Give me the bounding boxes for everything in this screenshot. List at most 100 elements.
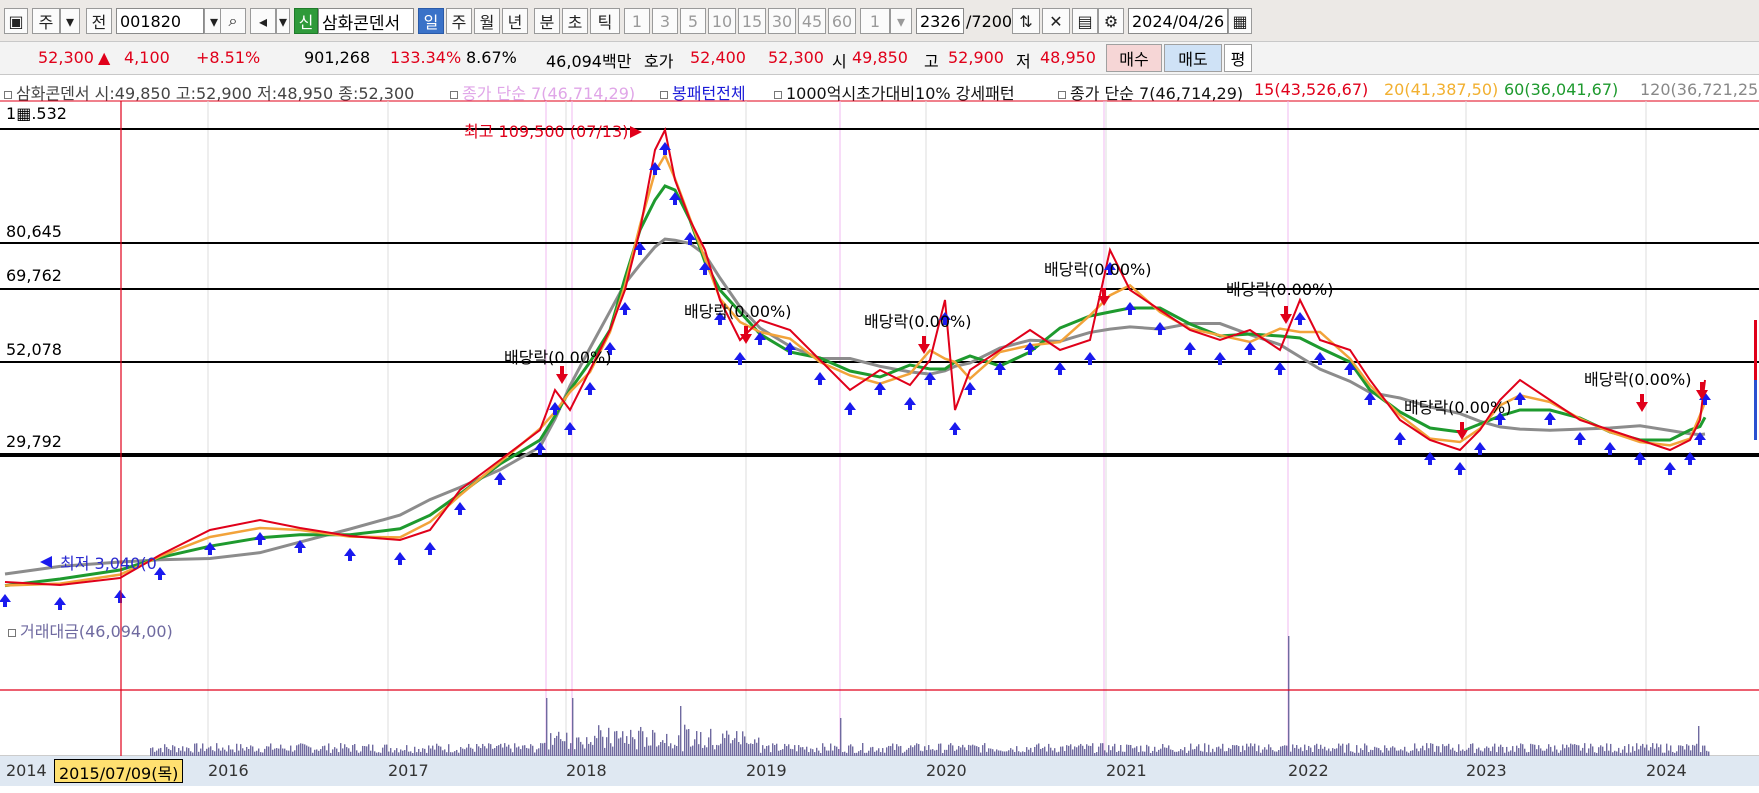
level-69762: 69,762 bbox=[6, 266, 62, 285]
volume-bar bbox=[1168, 745, 1170, 756]
volume-bar bbox=[466, 747, 468, 756]
volume-bar bbox=[1682, 746, 1684, 756]
volume-bar bbox=[270, 743, 272, 756]
volume-bar bbox=[892, 743, 894, 756]
volume-bar bbox=[784, 743, 786, 756]
volume-bar bbox=[1236, 745, 1238, 756]
volume-bar bbox=[1576, 744, 1578, 756]
volume-bar bbox=[1112, 746, 1114, 756]
volume-bar bbox=[1702, 745, 1704, 756]
volume-bar bbox=[172, 745, 174, 756]
volume-bar bbox=[850, 744, 852, 756]
volume-bar bbox=[396, 748, 398, 756]
volume-bar bbox=[932, 749, 934, 756]
volume-bar bbox=[298, 744, 300, 756]
volume-bar bbox=[1322, 748, 1324, 756]
volume-bar bbox=[1086, 744, 1088, 756]
volume-bar bbox=[1492, 746, 1494, 756]
volume-bar bbox=[354, 744, 356, 756]
volume-bar bbox=[608, 727, 610, 756]
volume-bar bbox=[718, 745, 720, 756]
signal-marker bbox=[1314, 352, 1326, 365]
volume-bar bbox=[1548, 744, 1550, 756]
volume-bar bbox=[1688, 745, 1690, 756]
volume-bar bbox=[764, 748, 766, 756]
volume-bar bbox=[1288, 636, 1290, 756]
volume-bar bbox=[348, 748, 350, 756]
volume-bar bbox=[704, 745, 706, 756]
volume-bar bbox=[672, 748, 674, 756]
volume-bar bbox=[1070, 744, 1072, 756]
volume-bar bbox=[918, 744, 920, 756]
volume-bar bbox=[688, 729, 690, 756]
volume-bar bbox=[1404, 746, 1406, 756]
volume-bar bbox=[290, 745, 292, 756]
volume-bar bbox=[968, 744, 970, 756]
volume-bar bbox=[166, 747, 168, 756]
date-axis[interactable]: 2014 2015/07/09(목) 2016 2017 2018 2019 2… bbox=[0, 756, 1759, 786]
volume-bar bbox=[506, 746, 508, 756]
volume-bar bbox=[352, 745, 354, 756]
volume-bar bbox=[618, 738, 620, 756]
volume-bar bbox=[714, 749, 716, 756]
volume-bar bbox=[1034, 746, 1036, 756]
volume-bar bbox=[708, 737, 710, 756]
volume-bar bbox=[1220, 748, 1222, 756]
volume-bar bbox=[1060, 746, 1062, 756]
volume-bar bbox=[586, 737, 588, 756]
volume-bar bbox=[1080, 743, 1082, 756]
volume-bar bbox=[584, 748, 586, 756]
volume-bar bbox=[1478, 747, 1480, 756]
volume-bar bbox=[1212, 748, 1214, 756]
volume-bar bbox=[1218, 746, 1220, 756]
volume-bar bbox=[572, 698, 574, 756]
signal-marker bbox=[814, 372, 826, 385]
volume-bar bbox=[1636, 743, 1638, 756]
year-label: 2014 bbox=[6, 761, 47, 780]
volume-bar bbox=[542, 743, 544, 756]
volume-bar bbox=[1520, 743, 1522, 756]
volume-bar bbox=[316, 749, 318, 756]
volume-bar bbox=[1618, 747, 1620, 756]
volume-bar bbox=[722, 733, 724, 756]
volume-bar bbox=[988, 748, 990, 756]
volume-bar bbox=[488, 743, 490, 756]
volume-bar bbox=[1386, 748, 1388, 756]
volume-bar bbox=[1550, 746, 1552, 756]
volume-bar bbox=[216, 743, 218, 756]
volume-bar bbox=[1554, 745, 1556, 756]
volume-bar bbox=[888, 745, 890, 756]
volume-bar bbox=[1010, 748, 1012, 756]
volume-bar bbox=[1610, 743, 1612, 756]
year-label: 2022 bbox=[1288, 761, 1329, 780]
year-label: 2016 bbox=[208, 761, 249, 780]
volume-bar bbox=[1360, 748, 1362, 756]
volume-bar bbox=[592, 744, 594, 756]
volume-bar bbox=[816, 747, 818, 756]
volume-bar bbox=[1258, 745, 1260, 756]
volume-bar bbox=[1304, 744, 1306, 756]
volume-bar bbox=[530, 744, 532, 756]
volume-bar bbox=[1428, 748, 1430, 756]
volume-bar bbox=[982, 745, 984, 756]
volume-bar bbox=[432, 745, 434, 756]
volume-bar bbox=[332, 749, 334, 756]
volume-bar bbox=[342, 748, 344, 756]
volume-bar bbox=[500, 743, 502, 756]
volume-bar bbox=[538, 748, 540, 756]
volume-bar bbox=[878, 748, 880, 756]
signal-marker bbox=[844, 402, 856, 415]
volume-bar bbox=[632, 737, 634, 756]
volume-bar bbox=[1442, 744, 1444, 756]
volume-bar bbox=[706, 747, 708, 756]
volume-bar bbox=[1184, 747, 1186, 756]
volume-bar bbox=[984, 743, 986, 756]
volume-bar bbox=[996, 749, 998, 756]
volume-bar bbox=[544, 742, 546, 756]
volume-bar bbox=[1068, 745, 1070, 756]
volume-bar bbox=[492, 748, 494, 756]
volume-bar bbox=[1254, 743, 1256, 756]
volume-bar bbox=[1132, 748, 1134, 756]
volume-bar bbox=[612, 746, 614, 756]
signal-marker bbox=[344, 548, 356, 561]
